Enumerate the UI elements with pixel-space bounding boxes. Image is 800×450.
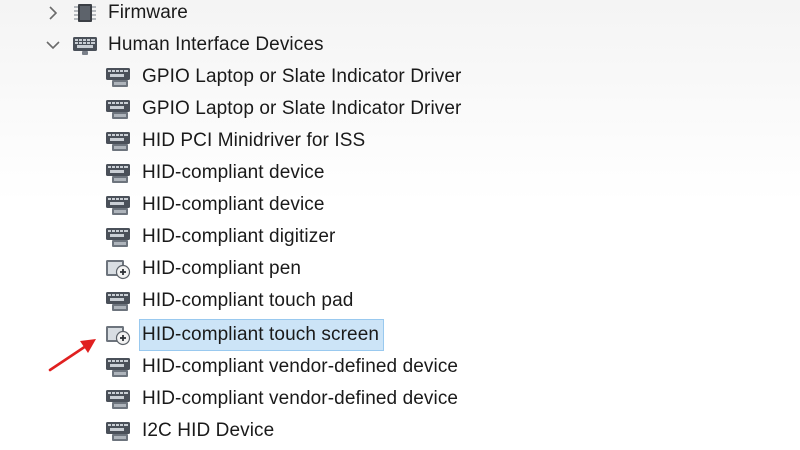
tree-item-hid-compliant-touch-screen[interactable]: HID-compliant touch screen bbox=[104, 319, 385, 351]
hid-device-icon bbox=[104, 387, 134, 411]
tree-item-hid-pci-minidriver-for-iss[interactable]: HID PCI Minidriver for ISS bbox=[104, 126, 369, 156]
tree-item-label: HID-compliant device bbox=[142, 194, 325, 215]
tree-item-firmware[interactable]: Firmware bbox=[44, 0, 192, 28]
hid-device-icon bbox=[104, 355, 134, 379]
tree-item-hid-compliant-pen[interactable]: HID-compliant pen bbox=[104, 254, 305, 284]
tree-item-label: HID-compliant touch screen bbox=[138, 319, 385, 351]
tree-item-label: HID-compliant pen bbox=[142, 258, 302, 279]
tree-item-hid-compliant-device[interactable]: HID-compliant device bbox=[104, 190, 329, 220]
touch-screen-device-icon bbox=[104, 323, 134, 347]
tree-item-hid-compliant-device[interactable]: HID-compliant device bbox=[104, 158, 329, 188]
tree-item-hid-compliant-vendor-defined-device[interactable]: HID-compliant vendor-defined device bbox=[104, 384, 462, 414]
pen-device-icon bbox=[104, 257, 134, 281]
tree-item-hid-compliant-touch-pad[interactable]: HID-compliant touch pad bbox=[104, 286, 357, 316]
tree-item-i2c-hid-device[interactable]: I2C HID Device bbox=[104, 416, 278, 446]
hid-device-icon bbox=[104, 225, 134, 249]
hid-device-icon bbox=[104, 97, 134, 121]
tree-item-label: HID-compliant touch pad bbox=[142, 290, 354, 311]
tree-item-label: HID PCI Minidriver for ISS bbox=[142, 130, 366, 151]
tree-item-label: Firmware bbox=[108, 2, 188, 23]
firmware-chip-icon bbox=[70, 1, 100, 25]
tree-item-label: Human Interface Devices bbox=[108, 34, 324, 55]
tree-item-gpio-laptop-or-slate-indicator-driver[interactable]: GPIO Laptop or Slate Indicator Driver bbox=[104, 62, 465, 92]
hid-device-icon bbox=[104, 161, 134, 185]
tree-item-label: HID-compliant device bbox=[142, 162, 325, 183]
tree-item-hid-compliant-digitizer[interactable]: HID-compliant digitizer bbox=[104, 222, 339, 252]
tree-item-label: HID-compliant digitizer bbox=[142, 226, 336, 247]
chevron-down-icon[interactable] bbox=[44, 36, 62, 54]
hid-device-icon bbox=[104, 129, 134, 153]
hid-device-icon bbox=[104, 193, 134, 217]
hid-category-icon bbox=[70, 33, 100, 57]
tree-item-human-interface-devices[interactable]: Human Interface Devices bbox=[44, 30, 328, 60]
hid-device-icon bbox=[104, 65, 134, 89]
tree-item-label: GPIO Laptop or Slate Indicator Driver bbox=[142, 66, 462, 87]
tree-item-label: HID-compliant vendor-defined device bbox=[142, 388, 459, 409]
tree-item-label: I2C HID Device bbox=[142, 420, 275, 441]
tree-item-label: HID-compliant vendor-defined device bbox=[142, 356, 459, 377]
tree-item-hid-compliant-vendor-defined-device[interactable]: HID-compliant vendor-defined device bbox=[104, 352, 462, 382]
tree-item-label: GPIO Laptop or Slate Indicator Driver bbox=[142, 98, 462, 119]
hid-device-icon bbox=[104, 289, 134, 313]
hid-device-icon bbox=[104, 419, 134, 443]
chevron-right-icon[interactable] bbox=[44, 4, 62, 22]
tree-item-gpio-laptop-or-slate-indicator-driver[interactable]: GPIO Laptop or Slate Indicator Driver bbox=[104, 94, 465, 124]
device-tree: Firmware Human Interface Devices GPIO La… bbox=[0, 0, 800, 450]
